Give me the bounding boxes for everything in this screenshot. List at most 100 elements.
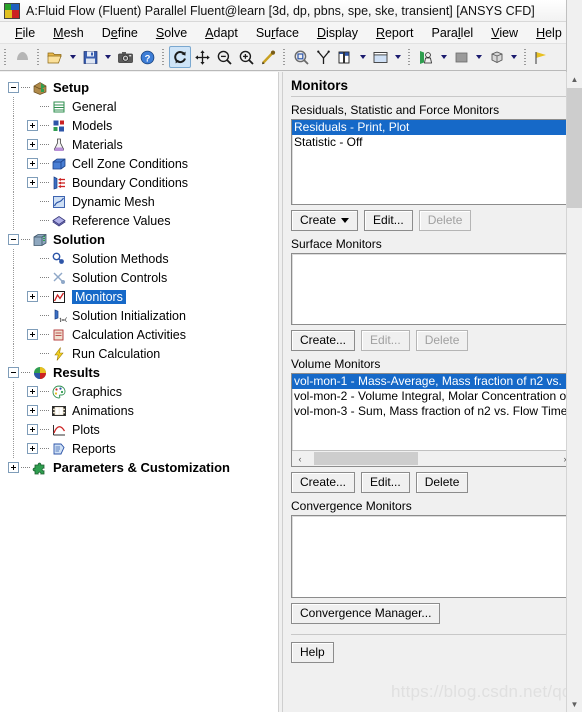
surface-create-button[interactable]: Create... bbox=[291, 330, 356, 351]
save-disk-icon-button[interactable] bbox=[79, 46, 101, 68]
render-view-icon-button[interactable] bbox=[485, 46, 507, 68]
menu-report[interactable]: Report bbox=[367, 24, 423, 42]
expand-plus-icon[interactable] bbox=[27, 158, 38, 169]
tree-item-monitors[interactable]: Monitors bbox=[8, 287, 278, 306]
toolbar-grip-6[interactable] bbox=[522, 47, 529, 67]
volume-delete-button[interactable]: Delete bbox=[415, 472, 469, 493]
expand-plus-icon[interactable] bbox=[27, 120, 38, 131]
convergence-listbox[interactable] bbox=[291, 515, 574, 598]
scroll-up-icon[interactable]: ▲ bbox=[567, 72, 582, 87]
tree-item-animations[interactable]: Animations bbox=[8, 401, 278, 420]
menu-mesh[interactable]: Mesh bbox=[44, 24, 93, 42]
pan-move-icon-button[interactable] bbox=[191, 46, 213, 68]
tree-item-run-calculation[interactable]: Run Calculation bbox=[8, 344, 278, 363]
volume-edit-button[interactable]: Edit... bbox=[361, 472, 410, 493]
tree-item-materials[interactable]: Materials bbox=[8, 135, 278, 154]
flag-marker-icon-button[interactable] bbox=[531, 46, 553, 68]
expand-plus-icon[interactable] bbox=[27, 386, 38, 397]
panels-layout-icon-button[interactable] bbox=[334, 46, 356, 68]
open-folder-icon-button[interactable] bbox=[44, 46, 66, 68]
camera-icon-button[interactable] bbox=[114, 46, 136, 68]
expand-plus-icon[interactable] bbox=[27, 329, 38, 340]
surface-listbox[interactable] bbox=[291, 253, 574, 325]
expand-plus-icon[interactable] bbox=[27, 139, 38, 150]
probe-eyedropper-icon-button[interactable] bbox=[257, 46, 279, 68]
fit-to-window-icon-button[interactable] bbox=[290, 46, 312, 68]
panels-layout-dropdown-arrow[interactable] bbox=[356, 46, 369, 68]
toolbar-grip[interactable] bbox=[2, 47, 9, 67]
tree-item-general[interactable]: General bbox=[8, 97, 278, 116]
menu-adapt[interactable]: Adapt bbox=[196, 24, 247, 42]
expand-plus-icon[interactable] bbox=[27, 424, 38, 435]
collapse-minus-icon[interactable] bbox=[8, 367, 19, 378]
menu-file[interactable]: File bbox=[6, 24, 44, 42]
tree-item-solution-methods[interactable]: Solution Methods bbox=[8, 249, 278, 268]
volume-horizontal-scrollbar[interactable]: ‹ › bbox=[292, 450, 573, 466]
list-item[interactable]: Statistic - Off bbox=[292, 135, 573, 150]
tree-item-solution-controls[interactable]: Solution Controls bbox=[8, 268, 278, 287]
convergence-manager-button[interactable]: Convergence Manager... bbox=[291, 603, 441, 624]
volume-scroll-track[interactable] bbox=[308, 451, 557, 466]
menu-solve[interactable]: Solve bbox=[147, 24, 196, 42]
open-folder-dropdown-arrow[interactable] bbox=[66, 46, 79, 68]
volume-listbox[interactable]: vol-mon-1 - Mass-Average, Mass fraction … bbox=[291, 373, 574, 467]
help-button[interactable]: Help bbox=[291, 642, 334, 663]
mesh-display-icon-button[interactable] bbox=[11, 46, 33, 68]
help-question-icon-button[interactable]: ? bbox=[136, 46, 158, 68]
menu-surface[interactable]: Surface bbox=[247, 24, 308, 42]
toolbar-grip-3[interactable] bbox=[160, 47, 167, 67]
lighting-dropdown-arrow[interactable] bbox=[437, 46, 450, 68]
list-item[interactable]: vol-mon-1 - Mass-Average, Mass fraction … bbox=[292, 374, 573, 389]
tree-item-solution-initialization[interactable]: t=0 Solution Initialization bbox=[8, 306, 278, 325]
menu-view[interactable]: View bbox=[482, 24, 527, 42]
residuals-create-button[interactable]: Create bbox=[291, 210, 359, 231]
volume-create-button[interactable]: Create... bbox=[291, 472, 356, 493]
expand-plus-icon[interactable] bbox=[27, 405, 38, 416]
zoom-in-icon-button[interactable] bbox=[235, 46, 257, 68]
list-item[interactable]: vol-mon-3 - Sum, Mass fraction of n2 vs.… bbox=[292, 404, 573, 419]
color-swatch-dropdown-arrow[interactable] bbox=[472, 46, 485, 68]
expand-plus-icon[interactable] bbox=[8, 462, 19, 473]
tree-item-graphics[interactable]: Graphics bbox=[8, 382, 278, 401]
volume-scroll-thumb[interactable] bbox=[314, 452, 418, 465]
panel-scroll-thumb[interactable] bbox=[567, 88, 582, 208]
toolbar-grip-2[interactable] bbox=[35, 47, 42, 67]
expand-plus-icon[interactable] bbox=[27, 177, 38, 188]
scroll-left-icon[interactable]: ‹ bbox=[292, 451, 308, 466]
menu-parallel[interactable]: Parallel bbox=[422, 24, 482, 42]
lighting-icon-button[interactable] bbox=[415, 46, 437, 68]
scroll-down-icon[interactable]: ▼ bbox=[567, 697, 582, 712]
rotate-refresh-icon-button[interactable] bbox=[169, 46, 191, 68]
tree-item-setup[interactable]: Setup bbox=[8, 78, 278, 97]
save-disk-dropdown-arrow[interactable] bbox=[101, 46, 114, 68]
collapse-minus-icon[interactable] bbox=[8, 82, 19, 93]
viewport-dropdown-arrow[interactable] bbox=[391, 46, 404, 68]
viewport-icon-button[interactable] bbox=[369, 46, 391, 68]
panel-vertical-scrollbar[interactable]: ▲ ▼ bbox=[566, 72, 582, 712]
menu-define[interactable]: Define bbox=[93, 24, 147, 42]
tree-item-cell-zone-conditions[interactable]: Cell Zone Conditions bbox=[8, 154, 278, 173]
tree-item-reports[interactable]: Reports bbox=[8, 439, 278, 458]
menu-help[interactable]: Help bbox=[527, 24, 571, 42]
tree-item-results[interactable]: Results bbox=[8, 363, 278, 382]
tree-item-reference-values[interactable]: Reference Values bbox=[8, 211, 278, 230]
expand-plus-icon[interactable] bbox=[27, 443, 38, 454]
tree-item-plots[interactable]: Plots bbox=[8, 420, 278, 439]
list-item[interactable]: vol-mon-2 - Volume Integral, Molar Conce… bbox=[292, 389, 573, 404]
residuals-listbox[interactable]: Residuals - Print, Plot Statistic - Off bbox=[291, 119, 574, 205]
tree-item-boundary-conditions[interactable]: Boundary Conditions bbox=[8, 173, 278, 192]
tree-item-parameters-customization[interactable]: Parameters & Customization bbox=[8, 458, 278, 477]
residuals-edit-button[interactable]: Edit... bbox=[364, 210, 413, 231]
tree-item-dynamic-mesh[interactable]: Dynamic Mesh bbox=[8, 192, 278, 211]
tree-item-solution[interactable]: Solution bbox=[8, 230, 278, 249]
tree-item-models[interactable]: Models bbox=[8, 116, 278, 135]
collapse-minus-icon[interactable] bbox=[8, 234, 19, 245]
toolbar-grip-5[interactable] bbox=[406, 47, 413, 67]
list-item[interactable]: Residuals - Print, Plot bbox=[292, 120, 573, 135]
color-swatch-icon-button[interactable] bbox=[450, 46, 472, 68]
tree-item-calculation-activities[interactable]: Calculation Activities bbox=[8, 325, 278, 344]
menu-display[interactable]: Display bbox=[308, 24, 367, 42]
zoom-out-icon-button[interactable] bbox=[213, 46, 235, 68]
expand-plus-icon[interactable] bbox=[27, 291, 38, 302]
toolbar-grip-4[interactable] bbox=[281, 47, 288, 67]
